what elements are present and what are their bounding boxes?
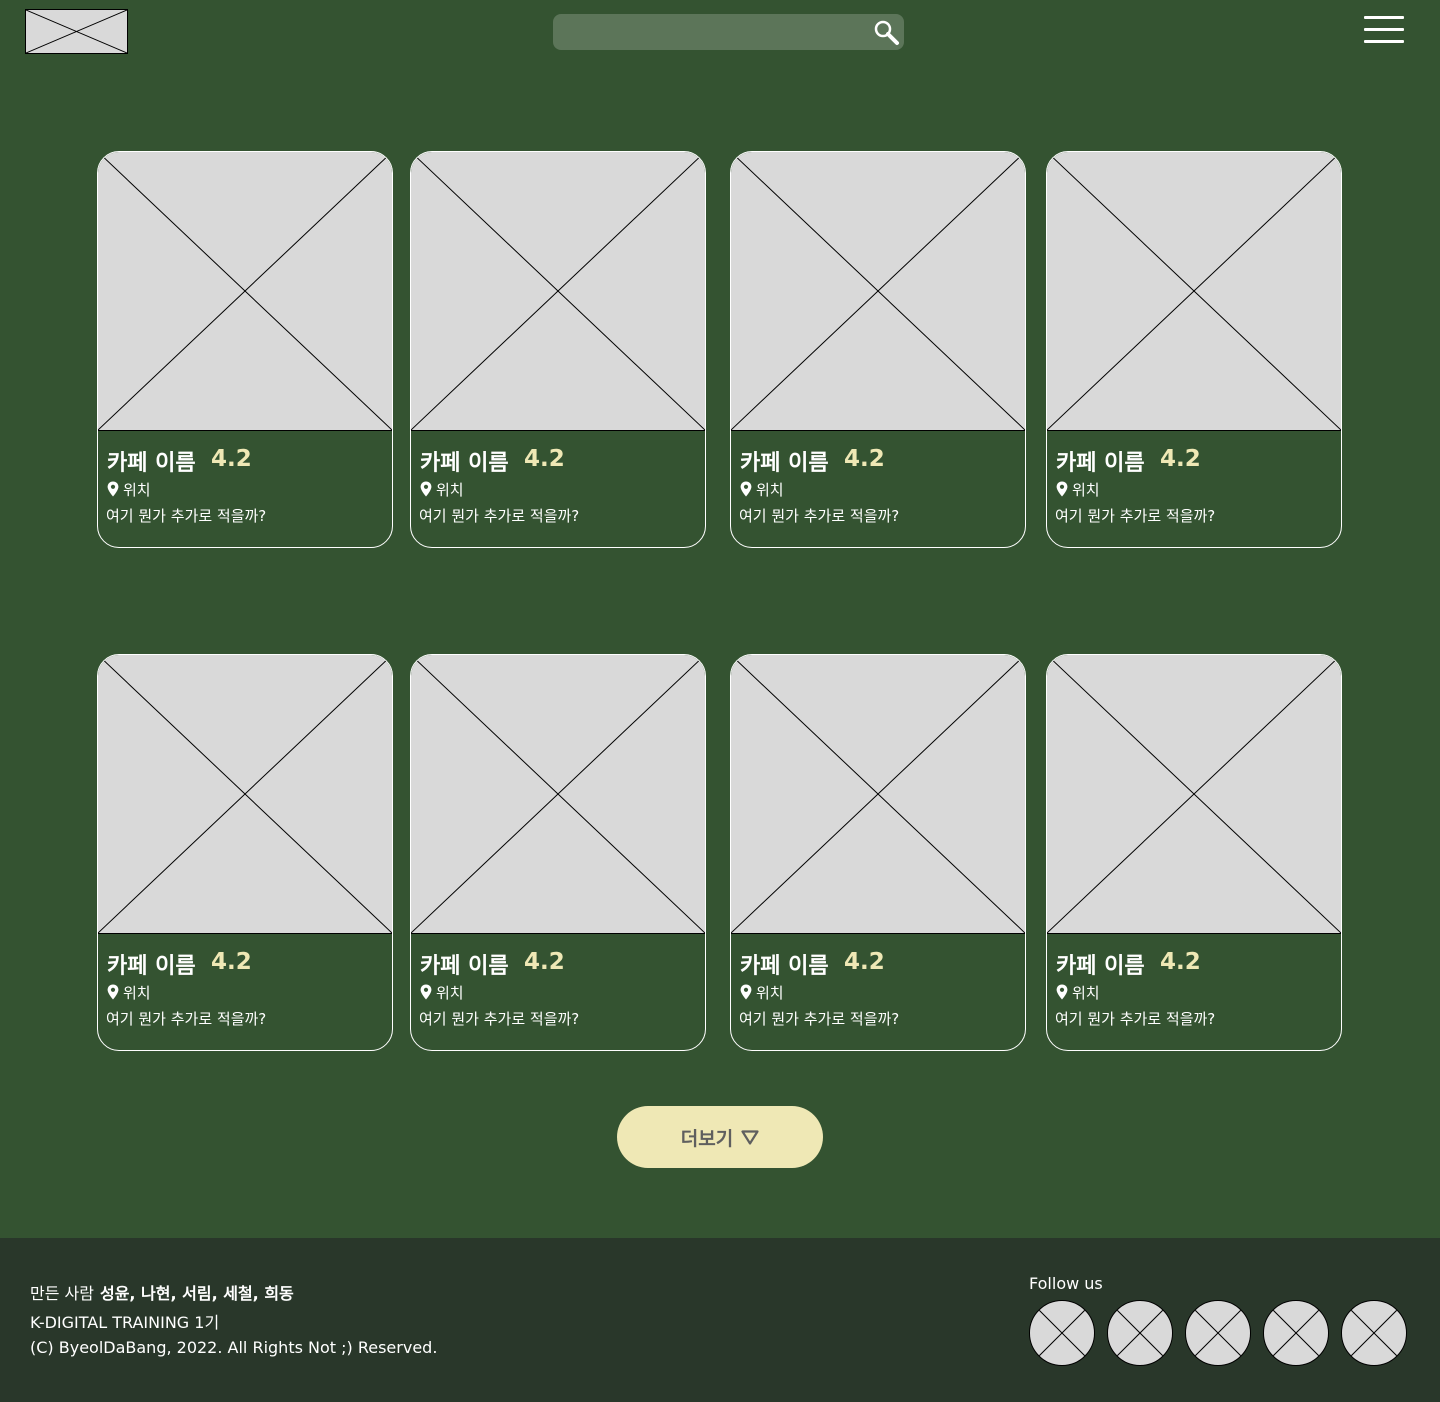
cafe-location: 위치 (420, 982, 464, 1002)
cafe-location: 위치 (740, 982, 784, 1002)
cafe-rating: 4.2 (1160, 949, 1201, 975)
location-pin-icon (107, 984, 119, 1000)
cafe-location-label: 위치 (123, 983, 151, 1002)
makers-names: 성윤, 나현, 서림, 세철, 희동 (99, 1284, 294, 1303)
cafe-name: 카페 이름 (1056, 451, 1145, 476)
menu-line (1364, 28, 1404, 31)
cafe-rating: 4.2 (524, 446, 565, 472)
cafe-location-label: 위치 (756, 983, 784, 1002)
makers-label: 만든 사람 (30, 1284, 94, 1303)
location-pin-icon (740, 984, 752, 1000)
cafe-image-placeholder (731, 152, 1025, 431)
cafe-rating: 4.2 (844, 446, 885, 472)
search-icon (874, 20, 899, 45)
cafe-description: 여기 뭔가 추가로 적을까? (419, 507, 580, 525)
cafe-card[interactable]: 카페 이름 4.2 위치여기 뭔가 추가로 적을까? (1046, 654, 1342, 1051)
triangle-down-icon (741, 1129, 759, 1145)
cafe-location: 위치 (107, 982, 151, 1002)
cafe-image-placeholder (98, 152, 392, 431)
social-link-icon[interactable] (1263, 1300, 1329, 1366)
cafe-name: 카페 이름 (420, 954, 509, 979)
cafe-location: 위치 (1056, 479, 1100, 499)
hamburger-menu-button[interactable] (1364, 16, 1404, 46)
cafe-image-placeholder (1047, 152, 1341, 431)
cafe-card[interactable]: 카페 이름 4.2 위치여기 뭔가 추가로 적을까? (1046, 151, 1342, 548)
cafe-description: 여기 뭔가 추가로 적을까? (739, 507, 900, 525)
location-pin-icon (420, 984, 432, 1000)
cafe-image-placeholder (1047, 655, 1341, 934)
cafe-description: 여기 뭔가 추가로 적을까? (419, 1010, 580, 1028)
footer-copyright: (C) ByeolDaBang, 2022. All Rights Not ;)… (30, 1338, 438, 1357)
cafe-location: 위치 (420, 479, 464, 499)
logo-placeholder[interactable] (25, 9, 128, 54)
cafe-card[interactable]: 카페 이름 4.2 위치여기 뭔가 추가로 적을까? (410, 151, 706, 548)
search-button[interactable] (872, 18, 900, 46)
menu-line (1364, 40, 1404, 43)
cafe-description: 여기 뭔가 추가로 적을까? (739, 1010, 900, 1028)
cafe-location-label: 위치 (1072, 983, 1100, 1002)
cafe-location-label: 위치 (436, 480, 464, 499)
menu-line (1364, 16, 1404, 19)
cafe-location-label: 위치 (123, 480, 151, 499)
load-more-label: 더보기 (680, 1128, 734, 1150)
cafe-location: 위치 (1056, 982, 1100, 1002)
cafe-location-label: 위치 (436, 983, 464, 1002)
cafe-description: 여기 뭔가 추가로 적을까? (1055, 1010, 1216, 1028)
cafe-card[interactable]: 카페 이름 4.2 위치여기 뭔가 추가로 적을까? (97, 654, 393, 1051)
page: 카페 이름 4.2 위치 여기 뭔가 추가로 적을까? 카페 이름 4.2 위치 여기 뭔가 … (0, 0, 1440, 1402)
footer-makers: 만든 사람 성윤, 나현, 서림, 세철, 희동 (30, 1280, 294, 1304)
location-pin-icon (1056, 481, 1068, 497)
search-bar (553, 14, 904, 50)
cafe-card[interactable]: 카페 이름 4.2 위치여기 뭔가 추가로 적을까? (730, 151, 1026, 548)
cafe-name: 카페 이름 (107, 954, 196, 979)
cafe-card[interactable]: 카페 이름 4.2 위치여기 뭔가 추가로 적을까? (410, 654, 706, 1051)
search-input[interactable] (553, 14, 863, 50)
location-pin-icon (740, 481, 752, 497)
footer: 만든 사람 성윤, 나현, 서림, 세철, 희동 K-DIGITAL TRAINI… (0, 1238, 1440, 1402)
cafe-name: 카페 이름 (740, 954, 829, 979)
cafe-image-placeholder (411, 655, 705, 934)
cafe-image-placeholder (731, 655, 1025, 934)
cafe-location-label: 위치 (756, 480, 784, 499)
footer-program: K-DIGITAL TRAINING 1기 (30, 1313, 220, 1332)
cafe-card[interactable]: 카페 이름 4.2 위치여기 뭔가 추가로 적을까? (97, 151, 393, 548)
load-more-button[interactable]: 더보기 (617, 1106, 823, 1168)
cafe-description: 여기 뭔가 추가로 적을까? (106, 507, 267, 525)
cafe-rating: 4.2 (211, 949, 252, 975)
location-pin-icon (107, 481, 119, 497)
location-pin-icon (1056, 984, 1068, 1000)
cafe-description: 여기 뭔가 추가로 적을까? (106, 1010, 267, 1028)
cafe-rating: 4.2 (1160, 446, 1201, 472)
social-link-icon[interactable] (1107, 1300, 1173, 1366)
cafe-location: 위치 (107, 479, 151, 499)
location-pin-icon (420, 481, 432, 497)
cafe-description: 여기 뭔가 추가로 적을까? (1055, 507, 1216, 525)
follow-us-label: Follow us (1029, 1274, 1103, 1293)
cafe-rating: 4.2 (211, 446, 252, 472)
social-link-icon[interactable] (1341, 1300, 1407, 1366)
cafe-name: 카페 이름 (1056, 954, 1145, 979)
cafe-location: 위치 (740, 479, 784, 499)
social-link-icon[interactable] (1029, 1300, 1095, 1366)
cafe-rating: 4.2 (844, 949, 885, 975)
cafe-location-label: 위치 (1072, 480, 1100, 499)
cafe-image-placeholder (98, 655, 392, 934)
cafe-name: 카페 이름 (107, 451, 196, 476)
cafe-name: 카페 이름 (420, 451, 509, 476)
social-link-icon[interactable] (1185, 1300, 1251, 1366)
cafe-image-placeholder (411, 152, 705, 431)
cafe-card[interactable]: 카페 이름 4.2 위치여기 뭔가 추가로 적을까? (730, 654, 1026, 1051)
cafe-name: 카페 이름 (740, 451, 829, 476)
cafe-rating: 4.2 (524, 949, 565, 975)
